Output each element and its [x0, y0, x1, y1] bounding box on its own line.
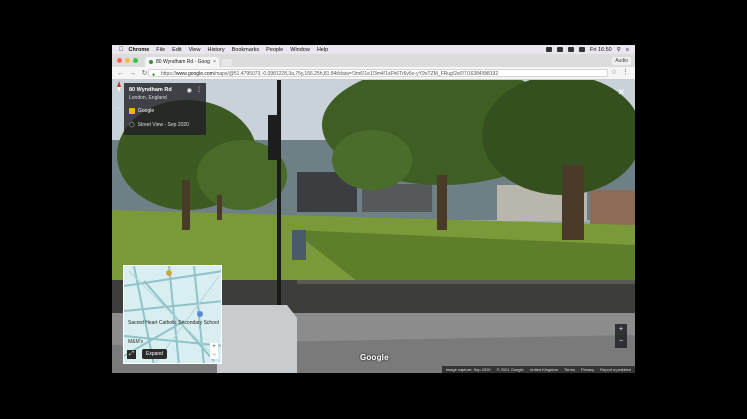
battery-icon[interactable]	[568, 47, 575, 52]
url-host: www.google.com	[176, 71, 214, 77]
lock-icon[interactable]: ●	[152, 71, 155, 76]
menu-people[interactable]: People	[266, 47, 283, 53]
minimap-zoom-out-button[interactable]: −	[210, 351, 218, 359]
address-bar[interactable]: ● https://www.google.com/maps/@51.479507…	[148, 69, 608, 77]
menu-edit[interactable]: Edit	[172, 47, 181, 53]
zoom-in-button[interactable]: +	[615, 324, 627, 336]
url-path: /maps/@51.4795073,-0.0981228,3a,75y,166.…	[213, 71, 499, 77]
tab-close-icon[interactable]: ×	[213, 59, 216, 65]
clock[interactable]: Fri 16:50	[590, 47, 612, 53]
minimap-zoom: + −	[210, 343, 218, 359]
maps-favicon-icon	[149, 60, 153, 64]
window-controls	[117, 58, 138, 63]
school-label: Sacred Heart Catholic Secondary School	[128, 320, 219, 326]
minimize-window-icon[interactable]	[125, 58, 130, 63]
attribution-country[interactable]: United Kingdom	[530, 367, 558, 372]
mm-label: M&M's	[128, 339, 144, 345]
url-scheme: https://	[161, 71, 177, 77]
attribution-privacy[interactable]: Privacy	[581, 367, 594, 372]
street-view-panorama[interactable]: 80 Wyndham Rd London, England Google ◯ S…	[112, 80, 635, 373]
attribution-bar: Image capture: Sep 2020 © 2021 Google Un…	[441, 366, 635, 373]
close-window-icon[interactable]	[117, 58, 122, 63]
apple-icon[interactable]: 	[119, 47, 124, 53]
location-pin-icon[interactable]: ◉	[187, 87, 192, 94]
mac-menu-bar:  Chrome File Edit View History Bookmark…	[112, 45, 635, 54]
location-info-card: 80 Wyndham Rd London, England Google ◯ S…	[124, 83, 206, 135]
new-tab-button[interactable]	[222, 59, 232, 66]
browser-toolbar: ← → ↻ ● https://www.google.com/maps/@51.…	[112, 67, 635, 80]
back-arrow-icon[interactable]: ←	[117, 70, 124, 77]
menu-bookmarks[interactable]: Bookmarks	[232, 47, 260, 53]
chrome-menu-icon[interactable]: ⋮	[622, 68, 629, 76]
tab-title: 80 Wyndham Rd - Goog	[156, 59, 210, 65]
flag-icon[interactable]	[579, 47, 586, 52]
back-arrow-icon[interactable]: ←	[116, 104, 123, 111]
expand-button[interactable]: Expand	[142, 349, 167, 359]
minimap-zoom-in-button[interactable]: +	[210, 343, 218, 351]
google-brand: Google	[129, 108, 201, 114]
menu-window[interactable]: Window	[290, 47, 310, 53]
mini-map[interactable]: Sacred Heart Catholic Secondary School M…	[123, 265, 222, 364]
menu-file[interactable]: File	[156, 47, 165, 53]
capture-date-label: Street View - Sep 2020	[137, 122, 189, 128]
volume-icon[interactable]	[557, 47, 564, 52]
menu-history[interactable]: History	[207, 47, 224, 53]
more-options-icon[interactable]: ⋮	[196, 86, 202, 93]
fullscreen-icon[interactable]: ⤢	[127, 350, 136, 359]
status-area: Fri 16:50 ⚲ ≡	[546, 47, 635, 53]
attribution-report[interactable]: Report a problem	[600, 367, 631, 372]
zoom-out-button[interactable]: −	[615, 336, 627, 348]
mac-screen:  Chrome File Edit View History Bookmark…	[112, 45, 635, 373]
menu-list-icon[interactable]: ≡	[626, 47, 629, 53]
attribution-copyright: © 2021 Google	[496, 367, 524, 372]
capture-date[interactable]: ◯ Street View - Sep 2020	[129, 122, 201, 128]
minimap-roads	[124, 266, 221, 363]
zoom-window-icon[interactable]	[133, 58, 138, 63]
tab-strip: 80 Wyndham Rd - Goog × Audio	[112, 54, 635, 67]
menu-view[interactable]: View	[189, 47, 201, 53]
google-watermark: Google	[360, 353, 389, 362]
menu-app-name[interactable]: Chrome	[129, 47, 150, 53]
forward-arrow-icon[interactable]: →	[129, 70, 136, 77]
attribution-terms[interactable]: Terms	[564, 367, 575, 372]
clock-icon: ◯	[129, 122, 135, 128]
menu-help[interactable]: Help	[317, 47, 328, 53]
search-icon[interactable]: ⚲	[617, 47, 621, 53]
wifi-icon[interactable]	[546, 47, 553, 52]
attribution-capture: Image capture: Sep 2020	[445, 367, 491, 372]
google-maps-logo-icon	[129, 108, 135, 114]
compass-icon[interactable]	[112, 80, 126, 94]
google-brand-label: Google	[138, 108, 155, 114]
reload-icon[interactable]: ↻	[141, 69, 148, 77]
bookmark-star-icon[interactable]: ☆	[611, 68, 617, 76]
address-city: London, England	[129, 95, 167, 101]
close-icon[interactable]: ✕	[617, 87, 625, 98]
browser-tab[interactable]: 80 Wyndham Rd - Goog ×	[145, 57, 219, 67]
profile-button[interactable]: Audio	[612, 57, 631, 65]
zoom-controls: + −	[615, 324, 627, 348]
